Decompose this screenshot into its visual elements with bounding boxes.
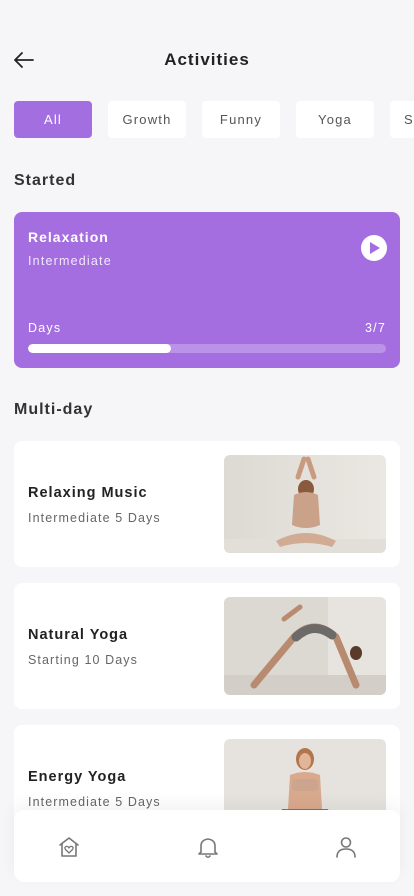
chip-funny[interactable]: Funny [202, 101, 280, 138]
progress-fill [28, 344, 172, 353]
activity-card-title: Energy Yoga [28, 769, 127, 785]
bell-icon [198, 838, 218, 859]
nav-home-button[interactable] [56, 834, 82, 860]
bottom-navigation [14, 810, 400, 882]
activity-card-title: Relaxing Music [28, 485, 148, 501]
nav-profile-button[interactable] [333, 834, 359, 860]
nav-notifications-button[interactable] [195, 834, 221, 860]
play-button[interactable] [361, 235, 387, 261]
activity-card-title: Natural Yoga [28, 627, 129, 643]
yoga-photo-backbend [224, 597, 386, 695]
started-activity-card[interactable]: Relaxation Intermediate Days 3/7 [14, 212, 400, 368]
activity-card-natural-yoga[interactable]: Natural Yoga Starting 10 Days [14, 583, 400, 709]
chip-truncated[interactable]: Sc [390, 101, 414, 138]
activity-level: Intermediate [28, 254, 112, 268]
activity-card-relaxing-music[interactable]: Relaxing Music Intermediate 5 Days [14, 441, 400, 567]
activity-name: Relaxation [28, 229, 109, 245]
chip-growth[interactable]: Growth [108, 101, 186, 138]
play-icon [370, 242, 380, 254]
started-section-title: Started [14, 172, 77, 189]
activity-thumbnail [224, 597, 386, 695]
category-chips: All Growth Funny Yoga Sc [14, 101, 414, 139]
multiday-section-title: Multi-day [14, 401, 94, 418]
activity-thumbnail [224, 455, 386, 553]
page-title: Activities [164, 50, 250, 69]
days-count: 3/7 [365, 321, 386, 335]
chip-yoga[interactable]: Yoga [296, 101, 374, 138]
home-heart-icon [59, 837, 79, 857]
progress-track [28, 344, 386, 353]
activity-card-subtitle: Intermediate 5 Days [28, 511, 161, 525]
chip-all[interactable]: All [14, 101, 92, 138]
user-icon [336, 837, 356, 858]
app-header: Activities [0, 40, 414, 80]
activity-card-subtitle: Intermediate 5 Days [28, 795, 161, 809]
yoga-photo-seated [224, 455, 386, 553]
days-label: Days [28, 321, 62, 335]
activity-card-subtitle: Starting 10 Days [28, 653, 139, 667]
